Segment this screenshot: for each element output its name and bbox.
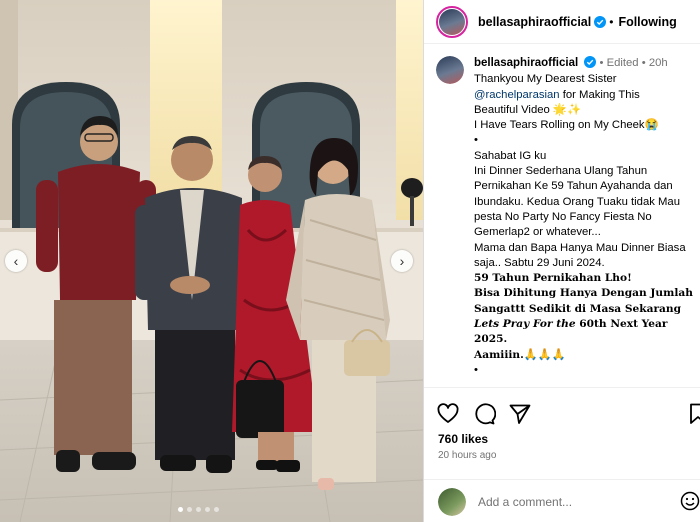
caption-emoji: 🙏🙏🙏	[523, 348, 566, 361]
author-avatar[interactable]	[436, 5, 468, 38]
carousel-dot	[205, 507, 210, 512]
chevron-left-icon: ‹	[13, 253, 19, 269]
caption-line: •	[474, 363, 478, 376]
caption-paragraph: Ini Dinner Sederhana Ulang Tahun Pernika…	[474, 165, 680, 239]
caption-line: Thankyou My Dearest Sister	[474, 73, 617, 86]
caption-paragraph: Mama dan Bapa Hanya Mau Dinner Biasa saj…	[474, 241, 686, 269]
caption-bold-text: Aamiiin.	[474, 348, 524, 361]
caption-line: I Have Tears Rolling on My Cheek😭	[474, 119, 659, 132]
viewer-avatar	[438, 487, 466, 516]
carousel-dot	[187, 507, 192, 512]
separator-dot: •	[609, 14, 614, 29]
chevron-right-icon: ›	[399, 253, 405, 269]
heart-icon[interactable]	[436, 402, 460, 426]
caption-body: bellasaphiraofficial • Edited • 20h Than…	[474, 56, 694, 387]
verified-badge-icon	[584, 56, 597, 68]
post-time-ago: 20h	[648, 57, 668, 69]
caption-bold-italic: Lets Pray For the	[474, 318, 576, 331]
instagram-post-view: ‹ › bellasaphiraofficial • Following bel…	[0, 0, 700, 522]
caption-bold-line: Bisa Dihitung Hanya Dengan Jumlah Sangat…	[474, 287, 693, 315]
edited-label: Edited	[606, 57, 639, 69]
post-header: bellasaphiraofficial • Following	[424, 0, 700, 44]
likes-count[interactable]: 760 likes	[438, 432, 488, 446]
comment-icon[interactable]	[472, 402, 497, 426]
previous-slide-button[interactable]: ‹	[5, 250, 27, 272]
post-side-panel: bellasaphiraofficial • Following bellasa…	[423, 0, 700, 522]
caption-line: Sahabat IG ku	[474, 149, 547, 162]
caption-bold-line: 59 Tahun Pernikahan Lho!	[474, 272, 632, 285]
post-caption: bellasaphiraofficial • Edited • 20h Than…	[436, 56, 698, 387]
mention-link[interactable]: @rachelparasian	[474, 89, 560, 101]
family-photo-illustration	[0, 0, 423, 522]
bookmark-icon[interactable]	[686, 402, 700, 426]
verified-badge-icon	[594, 15, 607, 28]
carousel-dot	[196, 507, 201, 512]
post-actions: 760 likes 20 hours ago Add a comment...	[424, 387, 700, 522]
next-slide-button[interactable]: ›	[391, 250, 413, 272]
following-button[interactable]: Following	[618, 15, 676, 29]
caption-line: Beautiful Video 🌟✨	[474, 103, 582, 116]
separator-dot: •	[641, 57, 649, 69]
author-username[interactable]: bellasaphiraofficial	[478, 15, 591, 29]
emoji-icon[interactable]	[680, 491, 700, 511]
caption-header: bellasaphiraofficial • Edited • 20h	[474, 56, 694, 71]
action-icons-row	[436, 402, 532, 426]
carousel-dot	[214, 507, 219, 512]
comment-input[interactable]: Add a comment...	[478, 495, 572, 509]
send-icon[interactable]	[508, 402, 532, 426]
caption-line: Lets Pray For the 60th Next Year 2025.	[474, 317, 694, 348]
post-photo[interactable]: ‹ ›	[0, 0, 423, 522]
caption-line: •	[474, 134, 478, 147]
caption-line: @rachelparasian for Making This	[474, 88, 694, 103]
post-timestamp: 20 hours ago	[438, 450, 497, 461]
separator-dot: •	[599, 57, 607, 69]
carousel-indicator	[178, 507, 219, 512]
caption-line: Aamiiin.🙏🙏🙏	[474, 348, 694, 363]
caption-author-avatar[interactable]	[436, 56, 464, 84]
carousel-dot	[178, 507, 183, 512]
caption-text: for Making This	[559, 88, 640, 101]
caption-username[interactable]: bellasaphiraofficial	[474, 57, 578, 69]
comment-box: Add a comment...	[424, 479, 700, 522]
